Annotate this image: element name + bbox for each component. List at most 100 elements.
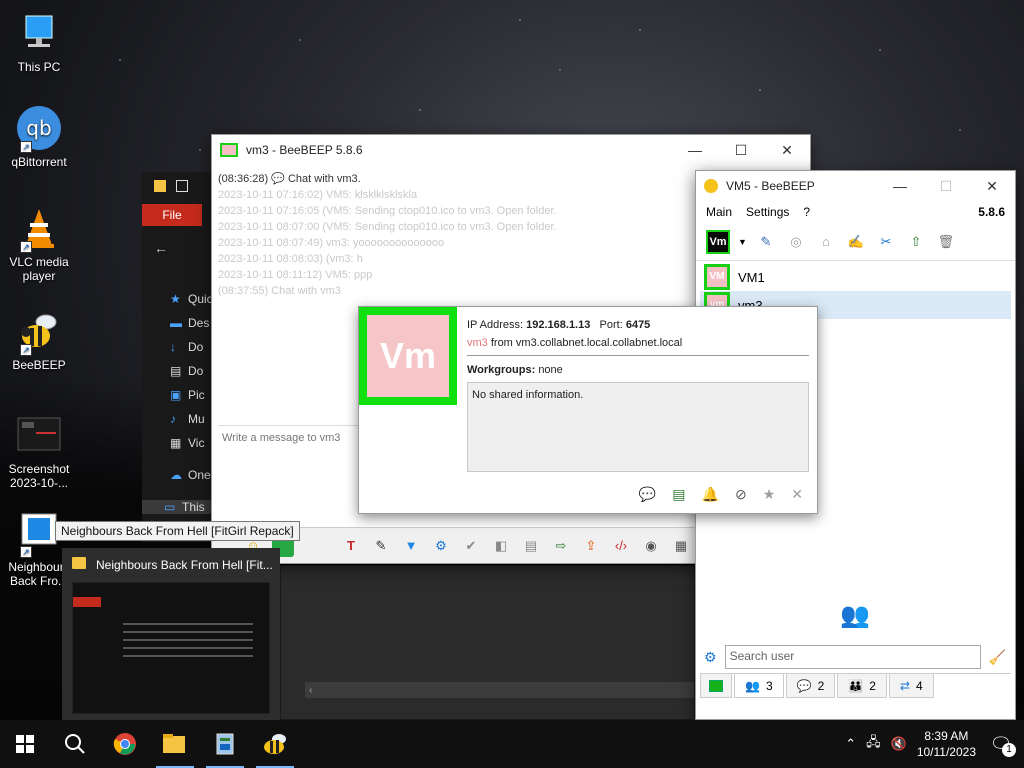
folder-icon	[163, 734, 185, 753]
write-icon[interactable]: ✍	[845, 231, 867, 253]
menu-main[interactable]: Main	[706, 205, 732, 219]
show-hidden-icons-chevron-icon[interactable]: ⌃	[845, 736, 856, 752]
desktop-icon-this-pc[interactable]: This PC	[2, 10, 76, 74]
nav-item-onedrive[interactable]: ☁ One	[170, 468, 211, 482]
shortcut-arrow-icon: ↗	[20, 546, 32, 558]
send-file-icon[interactable]: ▤	[672, 486, 685, 503]
minimize-button[interactable]: —	[672, 142, 718, 159]
user-name: VM1	[738, 269, 765, 285]
volume-muted-icon[interactable]: 🔇	[891, 736, 907, 752]
tab-groups[interactable]: 👪 2	[837, 674, 887, 698]
remove-icon[interactable]: ✕	[791, 486, 803, 503]
desktop-icon-qbittorrent[interactable]: qb ↗ qBittorrent	[2, 105, 76, 169]
close-button[interactable]: ✕	[969, 178, 1015, 195]
menu-help[interactable]: ?	[803, 205, 810, 219]
export-icon[interactable]: ⇨	[550, 535, 572, 557]
clock-date: 10/11/2023	[916, 745, 976, 759]
chat-line: 2023-10-11 08:07:49) vm3: yooooooooooooo…	[218, 237, 445, 249]
workgroups-label: Workgroups:	[467, 364, 536, 376]
network-icon[interactable]: ◎	[785, 231, 807, 253]
chat-line: 2023-10-11 08:08:03) (vm3: h	[218, 253, 363, 265]
tab-chats[interactable]: 💬 2	[785, 674, 836, 698]
user-status-icon[interactable]: Vm	[706, 229, 730, 254]
menu-settings[interactable]: Settings	[746, 205, 789, 219]
properties-icon[interactable]	[176, 180, 188, 192]
shortcut-arrow-icon: ↗	[20, 241, 32, 253]
update-icon[interactable]: ⇧	[905, 231, 927, 253]
copy-icon[interactable]: ▤	[520, 535, 542, 557]
file-explorer-window[interactable]: File ← ★ Quic ▬ Des ↓ Do ▤ Do ▣ Pic ♪ Mu ▦ Vic …	[142, 172, 222, 542]
nav-item-quick-access[interactable]: ★ Quic	[170, 292, 213, 306]
taskbar-chrome[interactable]	[100, 720, 150, 768]
chat-line: 2023-10-11 07:16:02) VM5: klsklklsklskla	[218, 189, 418, 201]
chevron-down-icon[interactable]: ▼	[738, 237, 747, 247]
chat-line: 2023-10-11 08:07:00 (VM5: Sending ctop01…	[218, 221, 557, 233]
thumbnail-title: Neighbours Back From Hell [Fit...	[96, 558, 273, 572]
edit-profile-icon[interactable]: ✎	[755, 231, 777, 253]
network-icon[interactable]: 🖧	[866, 733, 881, 755]
desktop-icon-beebeep[interactable]: ↗ BeeBEEP	[2, 308, 76, 372]
thumbnail-title-row: Neighbours Back From Hell [Fit...	[62, 548, 280, 578]
close-button[interactable]: ✕	[764, 142, 810, 159]
taskbar-file-explorer[interactable]	[150, 720, 200, 768]
block-icon[interactable]: ⊘	[735, 486, 747, 503]
desktop-icon-vlc[interactable]: ↗ VLC media player	[2, 205, 76, 283]
groups-icon[interactable]: ⌂	[815, 231, 837, 253]
search-button[interactable]	[50, 720, 100, 768]
back-arrow-icon[interactable]: ←	[154, 240, 168, 256]
taskbar-beebeep[interactable]	[250, 720, 300, 768]
tab-shares[interactable]: ⇄ 4	[888, 674, 934, 698]
more-icon[interactable]: ▦	[670, 535, 692, 557]
screenshot-icon[interactable]: ◉	[640, 535, 662, 557]
font-icon[interactable]: T	[340, 535, 362, 557]
horizontal-scrollbar[interactable]: ‹	[305, 682, 694, 698]
maximize-button[interactable]: ☐	[718, 142, 764, 159]
workgroups-value: none	[538, 364, 563, 376]
clear-icon[interactable]: ◧	[490, 535, 512, 557]
taskbar-thumbnail[interactable]: Neighbours Back From Hell [Fit...	[62, 548, 280, 724]
installer-icon	[216, 733, 234, 755]
user-row-vm1[interactable]: VM VM1	[700, 263, 1011, 291]
bell-icon[interactable]: 🔔	[702, 486, 719, 503]
nav-item-downloads[interactable]: ↓ Do	[170, 340, 203, 354]
vm3-titlebar[interactable]: vm3 - BeeBEEP 5.8.6 — ☐ ✕	[212, 135, 810, 165]
clock[interactable]: 8:39 AM 10/11/2023	[917, 728, 976, 760]
taskbar-app[interactable]	[200, 720, 250, 768]
trash-icon[interactable]: 🗑	[935, 231, 957, 253]
nav-item-this-pc[interactable]: ▭ This	[142, 500, 222, 514]
preview-line	[123, 631, 253, 633]
star-icon[interactable]: ★	[763, 486, 776, 503]
share-icon[interactable]: ⇪	[580, 535, 602, 557]
nav-label: Des	[188, 316, 210, 330]
chat-line: (08:36:28) 💬 Chat with vm3.	[218, 171, 692, 187]
notification-center-button[interactable]: 🗨 1	[986, 729, 1016, 759]
vm5-titlebar[interactable]: VM5 - BeeBEEP — ☐ ✕	[696, 171, 1015, 201]
search-user-input[interactable]: Search user	[724, 645, 981, 669]
file-tab[interactable]: File	[142, 204, 202, 226]
desktop-icon-screenshot[interactable]: Screenshot 2023-10-...	[2, 412, 76, 490]
color-brush-icon[interactable]: ✎	[370, 535, 392, 557]
tab-status[interactable]	[700, 674, 732, 698]
scroll-left-icon[interactable]: ‹	[309, 685, 312, 696]
code-icon[interactable]: ‹/›	[610, 535, 632, 557]
clear-search-broom-icon[interactable]: 🧹	[989, 649, 1006, 666]
nav-item-music[interactable]: ♪ Mu	[170, 412, 205, 426]
minimize-button[interactable]: —	[877, 178, 923, 195]
spell-check-icon[interactable]: ✔	[460, 535, 482, 557]
nav-item-documents[interactable]: ▤ Do	[170, 364, 203, 378]
nav-item-pictures[interactable]: ▣ Pic	[170, 388, 205, 402]
settings-gear-icon[interactable]: ⚙	[430, 535, 452, 557]
chrome-icon	[113, 733, 136, 755]
tools-icon[interactable]: ✂	[875, 231, 897, 253]
preview-line	[123, 639, 253, 641]
nav-item-videos[interactable]: ▦ Vic	[170, 436, 204, 450]
chat-icon[interactable]: 💬	[639, 486, 656, 503]
maximize-button: ☐	[939, 177, 953, 194]
nav-item-desktop[interactable]: ▬ Des	[170, 316, 209, 330]
tab-users[interactable]: 👥 3	[734, 674, 784, 698]
background-dark-window: ‹	[280, 565, 695, 720]
start-button[interactable]	[0, 720, 50, 768]
host-text: from vm3.collabnet.local.collabnet.local	[490, 337, 683, 349]
search-options-gear-icon[interactable]: ⚙	[704, 649, 717, 666]
filter-icon[interactable]: ▼	[400, 535, 422, 557]
